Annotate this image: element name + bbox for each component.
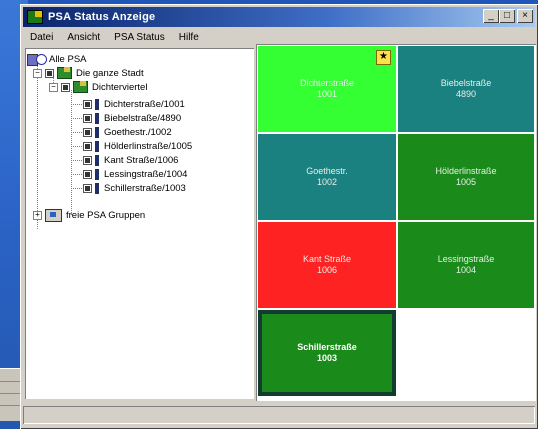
psa-icon: [95, 98, 99, 110]
tree-label: Kant Straße/1006: [104, 154, 179, 166]
tree-label: Hölderlinstraße/1005: [104, 140, 193, 152]
tree-item-psa[interactable]: Kant Straße/1006: [83, 153, 178, 167]
tree-item-subgroup[interactable]: − Dichterviertel: [49, 80, 147, 94]
window-controls: _ □ ×: [483, 9, 533, 23]
tile-id: 1004: [455, 265, 477, 275]
tree-item-free-groups[interactable]: + freie PSA Gruppen: [33, 208, 145, 222]
tile-id: 4890: [455, 89, 477, 99]
psa-tile[interactable]: Goethestr. 1002: [258, 134, 396, 220]
psa-icon: [95, 154, 99, 166]
tile-id: 1006: [316, 265, 338, 275]
tile-name: Schillerstraße: [297, 342, 357, 352]
menu-hilfe[interactable]: Hilfe: [172, 32, 206, 43]
tile-name: Kant Straße: [302, 254, 352, 264]
checkbox[interactable]: [83, 183, 92, 193]
psa-tile[interactable]: Hölderlinstraße 1005: [398, 134, 534, 220]
tree-item-psa[interactable]: Schillerstraße/1003: [83, 181, 186, 195]
all-psa-icon: [27, 53, 47, 66]
menu-datei[interactable]: Datei: [23, 32, 60, 43]
psa-tile[interactable]: Dichterstraße 1001 ★: [258, 46, 396, 132]
tile-name: Goethestr.: [306, 166, 348, 176]
star-icon: ★: [376, 50, 391, 65]
tree-view[interactable]: Alle PSA − Die ganze Stadt − Dichtervier…: [25, 48, 254, 399]
tree-item-psa[interactable]: Hölderlinstraße/1005: [83, 139, 192, 153]
tile-id: 1002: [316, 177, 338, 187]
psa-icon: [95, 112, 99, 124]
psa-icon: [95, 168, 99, 180]
tile-id: 1005: [455, 177, 477, 187]
app-icon: [27, 10, 43, 24]
app-window: PSA Status Anzeige _ □ × Datei Ansicht P…: [20, 4, 538, 429]
checkbox[interactable]: [83, 169, 92, 179]
menu-ansicht[interactable]: Ansicht: [60, 32, 107, 43]
psa-tile-selected[interactable]: Schillerstraße 1003: [258, 310, 396, 396]
tree-item-psa[interactable]: Lessingstraße/1004: [83, 167, 187, 181]
checkbox[interactable]: [83, 127, 92, 137]
psa-tile[interactable]: Kant Straße 1006: [258, 222, 396, 308]
window-title: PSA Status Anzeige: [48, 11, 156, 23]
tree-item-group[interactable]: − Die ganze Stadt: [33, 66, 144, 80]
collapse-icon[interactable]: −: [49, 82, 58, 92]
tree-label: Lessingstraße/1004: [104, 168, 188, 180]
checkbox[interactable]: [83, 113, 92, 123]
menu-psa-status[interactable]: PSA Status: [107, 32, 172, 43]
collapse-icon[interactable]: −: [33, 68, 42, 78]
checkbox[interactable]: [83, 99, 92, 109]
tree-label: freie PSA Gruppen: [66, 209, 146, 221]
psa-icon: [95, 140, 99, 152]
tree-label: Die ganze Stadt: [76, 67, 144, 79]
expand-icon[interactable]: +: [33, 210, 42, 220]
tree-label: Biebelstraße/4890: [104, 112, 182, 124]
tile-name: Biebelstraße: [440, 78, 492, 88]
tile-id: 1003: [316, 353, 338, 363]
group-icon: [73, 81, 88, 93]
free-groups-icon: [45, 208, 62, 222]
psa-icon: [95, 126, 99, 138]
tile-name: Hölderlinstraße: [435, 166, 497, 176]
tree-label: Dichterviertel: [92, 81, 148, 93]
close-button[interactable]: ×: [517, 9, 533, 23]
tile-name: Dichterstraße: [299, 78, 354, 88]
psa-tile[interactable]: Lessingstraße 1004: [398, 222, 534, 308]
group-icon: [57, 67, 72, 79]
psa-icon: [95, 182, 99, 194]
status-grid: Dichterstraße 1001 ★ Biebelstraße 4890 G…: [256, 44, 536, 401]
minimize-button[interactable]: _: [483, 9, 499, 23]
tree-label: Alle PSA: [49, 53, 87, 65]
title-bar[interactable]: PSA Status Anzeige _ □ ×: [23, 7, 535, 27]
tree-item-psa[interactable]: Biebelstraße/4890: [83, 111, 181, 125]
tree-item-psa[interactable]: Goethestr./1002: [83, 125, 172, 139]
tree-label: Goethestr./1002: [104, 126, 172, 138]
tile-name: Lessingstraße: [437, 254, 495, 264]
status-bar: [23, 406, 535, 424]
tree-label: Dichterstraße/1001: [104, 98, 185, 110]
tree-item-all-psa[interactable]: Alle PSA: [27, 52, 87, 66]
checkbox[interactable]: [61, 82, 70, 92]
checkbox[interactable]: [45, 68, 54, 78]
maximize-button[interactable]: □: [499, 9, 515, 23]
tree-item-psa[interactable]: Dichterstraße/1001: [83, 97, 185, 111]
tree-label: Schillerstraße/1003: [104, 182, 186, 194]
tile-id: 1001: [316, 89, 338, 99]
psa-tile[interactable]: Biebelstraße 4890: [398, 46, 534, 132]
checkbox[interactable]: [83, 155, 92, 165]
checkbox[interactable]: [83, 141, 92, 151]
